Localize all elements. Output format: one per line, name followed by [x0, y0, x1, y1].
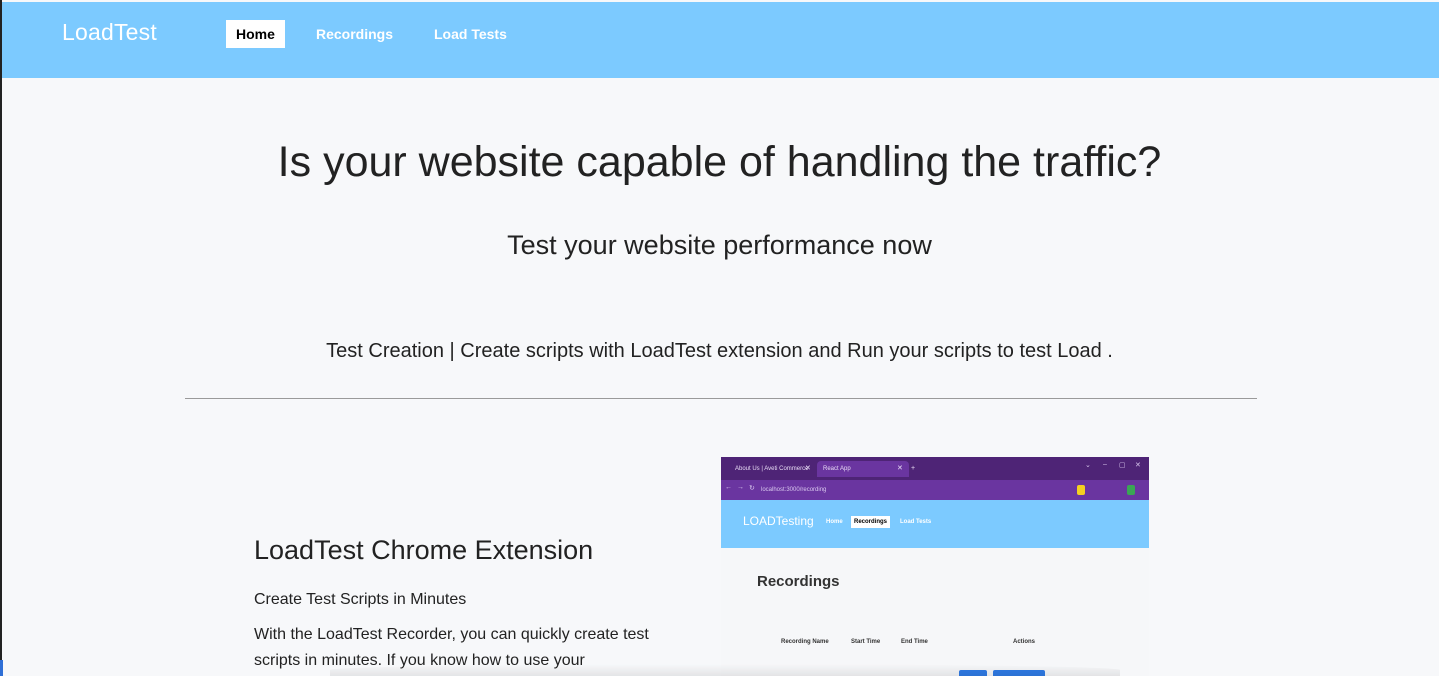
screenshot-column-header: Start Time	[851, 639, 881, 645]
back-icon: ←	[725, 484, 732, 491]
screenshot-brand: LOADTesting	[743, 514, 814, 528]
hero-tagline: Test Creation | Create scripts with Load…	[326, 340, 1113, 362]
modal-shadow	[330, 664, 1120, 676]
screenshot-tab-bar: About Us | Aveti Commerce ✕ React App ✕ …	[721, 457, 1149, 480]
close-icon: ✕	[805, 465, 811, 472]
top-navbar: LoadTest Home Recordings Load Tests	[2, 2, 1439, 78]
profile-icon	[1127, 485, 1135, 495]
screenshot-url: localhost:3000/recording	[761, 487, 827, 493]
screenshot-tab: About Us | Aveti Commerce	[735, 466, 809, 472]
screenshot-nav-load-tests: Load Tests	[900, 519, 932, 525]
feature-title: LoadTest Chrome Extension	[254, 535, 594, 565]
screenshot-nav-recordings: Recordings	[851, 516, 891, 528]
nav-load-tests[interactable]: Load Tests	[424, 20, 517, 48]
maximize-icon: ▢	[1119, 462, 1126, 469]
extension-icon	[1077, 485, 1085, 495]
reload-icon: ↻	[749, 485, 755, 492]
hero-title: Is your website capable of handling the …	[277, 138, 1162, 186]
screenshot-nav-home: Home	[826, 519, 843, 525]
nav-home[interactable]: Home	[226, 20, 285, 48]
forward-icon: →	[737, 484, 744, 491]
feature-subtitle: Create Test Scripts in Minutes	[254, 591, 467, 608]
screenshot-column-header: End Time	[901, 639, 928, 645]
dock-edge	[0, 660, 3, 676]
screenshot-column-header: Recording Name	[781, 639, 829, 645]
close-icon: ✕	[1135, 462, 1141, 469]
chevron-down-icon: ⌄	[1085, 462, 1091, 469]
extension-screenshot: About Us | Aveti Commerce ✕ React App ✕ …	[721, 457, 1149, 676]
plus-icon: +	[911, 465, 916, 472]
section-divider	[185, 398, 1257, 399]
screenshot-heading: Recordings	[757, 573, 840, 590]
screenshot-address-bar: ← → ↻ localhost:3000/recording	[721, 480, 1149, 500]
page: LoadTest Home Recordings Load Tests Is y…	[0, 0, 1439, 676]
nav-recordings[interactable]: Recordings	[306, 20, 403, 48]
screenshot-navbar: LOADTesting Home Recordings Load Tests	[721, 500, 1149, 548]
hero-subtitle: Test your website performance now	[507, 230, 932, 260]
minimize-icon: –	[1103, 461, 1107, 468]
screenshot-tab-active: React App	[817, 461, 909, 477]
close-icon: ✕	[897, 465, 903, 472]
screenshot-column-header: Actions	[1013, 639, 1036, 645]
window-edge	[0, 0, 2, 676]
brand-logo[interactable]: LoadTest	[62, 19, 157, 46]
